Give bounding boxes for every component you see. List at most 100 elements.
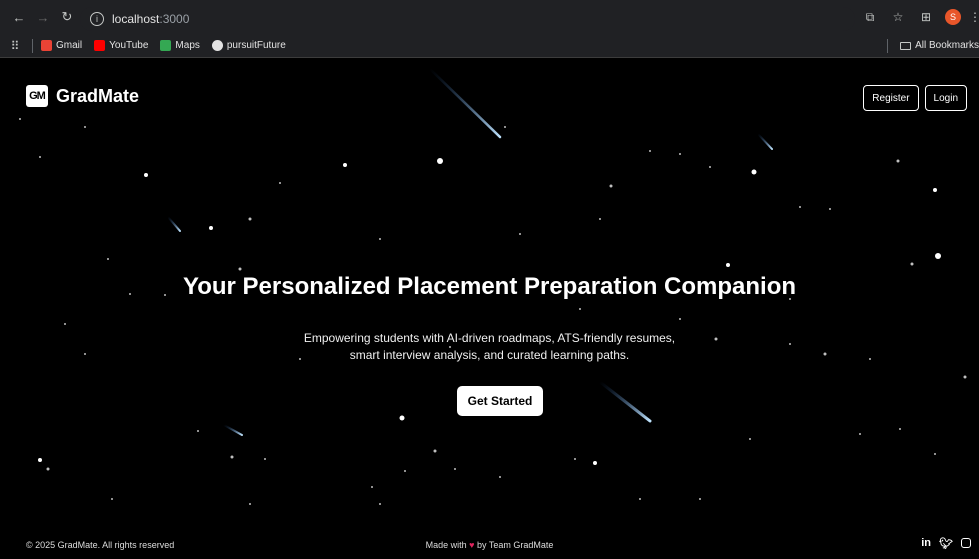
star — [279, 182, 281, 184]
star — [209, 226, 213, 230]
gmail-icon — [41, 40, 52, 51]
star — [379, 503, 381, 505]
bookmark-label: pursuitFuture — [226, 40, 286, 51]
auth-buttons: Register Login — [863, 85, 967, 111]
hero-subtitle-line: smart interview analysis, and curated le… — [349, 348, 630, 362]
star — [499, 476, 501, 478]
star — [264, 458, 266, 460]
star — [343, 163, 347, 167]
forward-icon[interactable]: → — [34, 8, 52, 26]
star — [46, 467, 50, 471]
site-info-icon[interactable]: i — [90, 12, 104, 26]
star — [649, 150, 651, 152]
back-icon[interactable]: ← — [10, 8, 28, 26]
bookmark-youtube[interactable]: YouTube — [94, 40, 148, 51]
register-button[interactable]: Register — [863, 85, 919, 111]
star — [593, 461, 597, 465]
star — [726, 263, 730, 267]
hero-title: Your Personalized Placement Preparation … — [182, 273, 797, 300]
browser-toolbar: ← → ↻ i localhost:3000 ⧉ ☆ ⊞ S ⋮ — [0, 0, 979, 34]
folder-icon — [900, 41, 912, 50]
star — [111, 498, 113, 500]
star — [519, 233, 521, 235]
star — [437, 158, 443, 164]
linkedin-icon[interactable]: in — [921, 537, 931, 550]
star — [19, 118, 21, 120]
star-icon[interactable]: ☆ — [889, 8, 907, 26]
star — [699, 498, 701, 500]
star — [249, 503, 251, 505]
hero-subtitle-line: Empowering students with AI-driven roadm… — [303, 331, 676, 345]
star — [829, 208, 831, 210]
bookmark-gmail[interactable]: Gmail — [41, 40, 82, 51]
avatar[interactable]: S — [945, 9, 961, 25]
star — [404, 470, 406, 472]
star — [574, 458, 576, 460]
star — [934, 453, 936, 455]
bookmark-maps[interactable]: Maps — [160, 40, 200, 51]
menu-icon[interactable]: ⋮ — [969, 8, 979, 26]
star — [933, 188, 937, 192]
all-bookmarks[interactable]: All Bookmarks — [879, 38, 979, 53]
star — [896, 159, 900, 163]
star — [639, 498, 641, 500]
instagram-icon[interactable] — [961, 538, 971, 548]
star — [935, 253, 941, 259]
youtube-icon — [94, 40, 106, 51]
star — [599, 218, 601, 220]
star — [39, 156, 41, 158]
bookmark-label: YouTube — [109, 40, 149, 51]
login-button[interactable]: Login — [924, 85, 967, 111]
star — [504, 126, 506, 128]
made-with-text: Made with ♥ by Team GradMate — [0, 540, 979, 550]
heart-icon: ♥ — [469, 540, 475, 550]
star — [197, 430, 199, 432]
star — [84, 126, 86, 128]
star — [709, 166, 711, 168]
cast-icon[interactable]: ⧉ — [861, 8, 879, 26]
reload-icon[interactable]: ↻ — [58, 8, 76, 26]
star — [107, 258, 109, 260]
bookmark-label: Gmail — [56, 40, 83, 51]
bookmarks-bar: ⠿ Gmail YouTube Maps pursuitFuture All B… — [0, 34, 979, 58]
shooting-star — [223, 424, 243, 436]
star — [910, 262, 914, 266]
star — [799, 206, 801, 208]
star — [399, 415, 405, 421]
star — [230, 455, 234, 459]
extensions-icon[interactable]: ⊞ — [917, 8, 935, 26]
address-bar[interactable]: i localhost:3000 — [80, 7, 855, 31]
star — [248, 217, 252, 221]
star — [579, 308, 581, 310]
bookmark-label: Maps — [175, 40, 200, 51]
divider — [887, 38, 889, 53]
globe-icon — [211, 40, 223, 51]
star — [751, 169, 757, 175]
star — [38, 458, 42, 462]
brand-logo[interactable]: GM GradMate — [26, 85, 139, 107]
bookmark-pursuitfuture[interactable]: pursuitFuture — [211, 40, 286, 51]
landing-page: GM GradMate Register Login Your Personal… — [0, 59, 979, 559]
shooting-star — [428, 67, 502, 139]
star — [963, 375, 967, 379]
twitter-icon[interactable]: 🐦︎ — [939, 537, 953, 550]
url-host: localhost — [112, 12, 160, 26]
star — [859, 433, 861, 435]
star — [679, 318, 681, 320]
starfield-background — [19, 67, 967, 505]
star — [371, 486, 373, 488]
star — [144, 173, 148, 177]
star — [679, 153, 681, 155]
brand-name: GradMate — [56, 85, 140, 106]
shooting-star — [167, 216, 181, 232]
made-with-suffix: by Team GradMate — [477, 540, 554, 550]
social-links: in 🐦︎ — [921, 537, 971, 550]
all-bookmarks-label: All Bookmarks — [915, 40, 979, 51]
shooting-star — [757, 133, 773, 150]
apps-icon[interactable]: ⠿ — [6, 37, 24, 55]
get-started-button[interactable]: Get Started — [457, 386, 543, 416]
star — [379, 238, 381, 240]
maps-icon — [160, 40, 172, 51]
hero-subtitle: Empowering students with AI-driven roadm… — [0, 330, 979, 364]
star — [899, 428, 901, 430]
